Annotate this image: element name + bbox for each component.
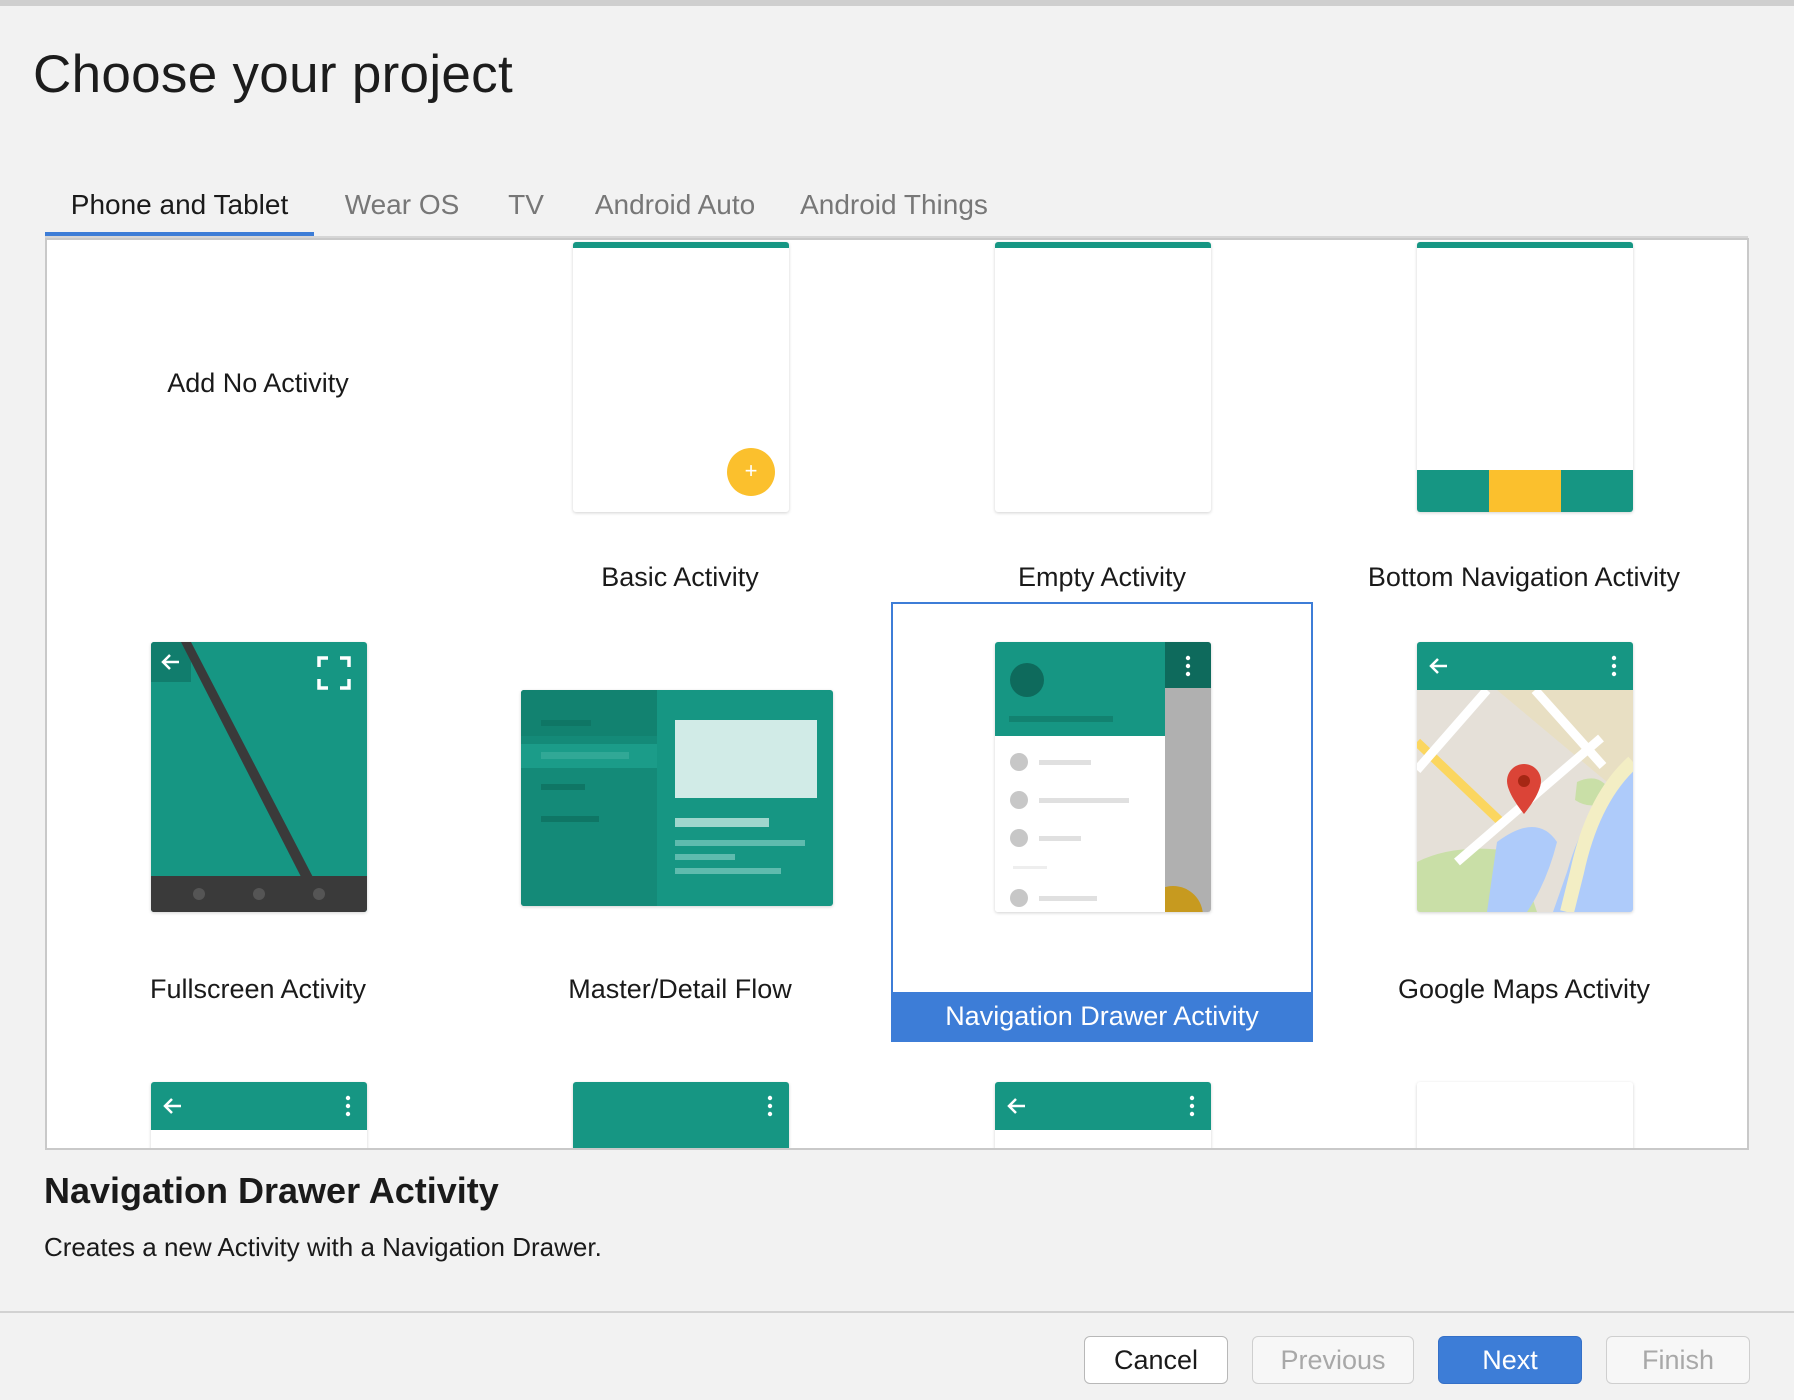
template-description-title: Navigation Drawer Activity xyxy=(44,1170,499,1211)
template-label: Basic Activity xyxy=(601,562,759,592)
basic-activity-preview: + xyxy=(573,242,789,512)
fab-plus-icon: + xyxy=(727,448,775,496)
overflow-menu-icon xyxy=(345,1095,351,1117)
template-preview-row3-4[interactable] xyxy=(1313,1042,1735,1148)
navigation-drawer-preview xyxy=(995,642,1211,912)
template-master-detail-flow[interactable]: Master/Detail Flow xyxy=(469,602,891,1042)
master-detail-preview xyxy=(521,690,833,906)
fullscreen-icon xyxy=(317,656,351,690)
template-preview xyxy=(573,1082,789,1148)
cancel-button[interactable]: Cancel xyxy=(1084,1336,1228,1384)
overflow-menu-icon xyxy=(1611,655,1617,677)
back-arrow-icon xyxy=(161,654,179,670)
tab-phone-and-tablet[interactable]: Phone and Tablet xyxy=(45,180,314,236)
fullscreen-activity-preview xyxy=(151,642,367,912)
overflow-menu-icon xyxy=(1185,655,1191,677)
template-fullscreen-activity[interactable]: Fullscreen Activity xyxy=(47,602,469,1042)
google-maps-preview xyxy=(1417,642,1633,912)
template-preview xyxy=(151,1082,367,1148)
back-arrow-icon xyxy=(163,1098,181,1114)
tab-wear-os[interactable]: Wear OS xyxy=(323,180,481,236)
tab-bar: Phone and Tablet Wear OS TV Android Auto… xyxy=(45,180,1748,236)
tab-android-things[interactable]: Android Things xyxy=(789,180,999,236)
finish-button[interactable]: Finish xyxy=(1606,1336,1750,1384)
template-preview-row3-1[interactable] xyxy=(47,1042,469,1148)
empty-activity-preview xyxy=(995,242,1211,512)
previous-button[interactable]: Previous xyxy=(1252,1336,1414,1384)
template-preview-row3-3[interactable] xyxy=(891,1042,1313,1148)
bottom-navigation-preview xyxy=(1417,242,1633,512)
template-gallery[interactable]: Add No Activity + Basic Activity Empty A… xyxy=(45,238,1749,1150)
overflow-menu-icon xyxy=(1189,1095,1195,1117)
template-preview-row3-2[interactable] xyxy=(469,1042,891,1148)
map-pin-icon xyxy=(1507,764,1541,814)
template-label: Master/Detail Flow xyxy=(568,974,792,1004)
template-description-text: Creates a new Activity with a Navigation… xyxy=(44,1232,602,1262)
window-top-border xyxy=(0,0,1794,6)
tab-android-auto[interactable]: Android Auto xyxy=(575,180,775,236)
template-label: Empty Activity xyxy=(1017,562,1187,592)
footer-divider xyxy=(0,1311,1794,1313)
page-title: Choose your project xyxy=(33,45,514,104)
template-preview xyxy=(995,1082,1211,1148)
template-label: Navigation Drawer Activity xyxy=(893,992,1311,1040)
template-preview xyxy=(1417,1082,1633,1148)
template-label: Fullscreen Activity xyxy=(149,974,367,1004)
template-label: Bottom Navigation Activity xyxy=(1367,562,1681,592)
template-label: Add No Activity xyxy=(167,368,349,398)
back-arrow-icon xyxy=(1007,1098,1025,1114)
template-navigation-drawer-activity[interactable]: Navigation Drawer Activity xyxy=(891,602,1313,1042)
back-arrow-icon xyxy=(1429,658,1447,674)
template-label: Google Maps Activity xyxy=(1397,974,1651,1004)
template-google-maps-activity[interactable]: Google Maps Activity xyxy=(1313,602,1735,1042)
next-button[interactable]: Next xyxy=(1438,1336,1582,1384)
overflow-menu-icon xyxy=(767,1095,773,1117)
tab-tv[interactable]: TV xyxy=(491,180,561,236)
